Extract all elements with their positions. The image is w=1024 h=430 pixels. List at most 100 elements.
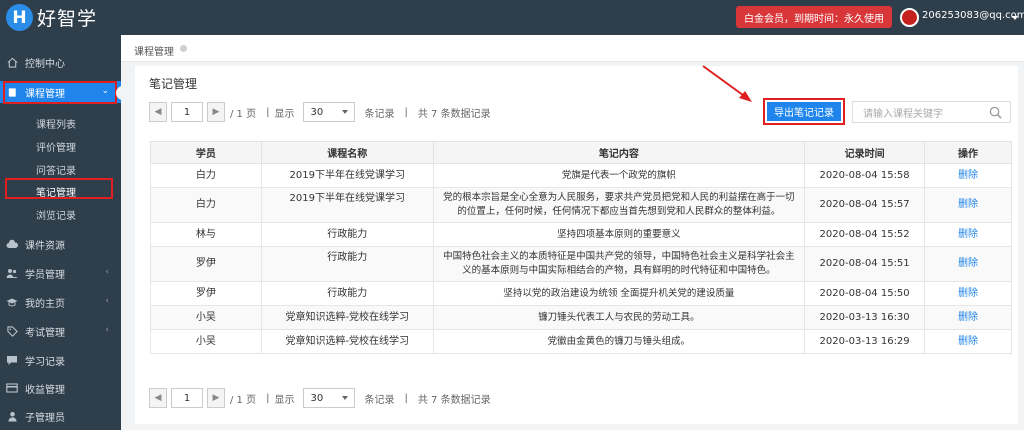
sidebar-subitem-qa[interactable]: 问答记录 (36, 162, 76, 177)
sidebar-item-label: 控制中心 (25, 58, 65, 70)
chevron-left-icon: ‹ (105, 325, 109, 335)
time-cell: 2020-08-04 15:50 (804, 281, 926, 306)
delete-link[interactable]: 删除 (958, 288, 978, 299)
page-size-value: 30 (310, 392, 324, 404)
separator: | (404, 392, 408, 404)
vip-badge[interactable]: 白金会员，到期时间：永久使用 (736, 6, 892, 28)
prev-page-button[interactable]: ◀ (149, 102, 167, 122)
sidebar-subitem-history[interactable]: 浏览记录 (36, 207, 76, 222)
chevron-down-icon (342, 396, 349, 400)
breadcrumb-item[interactable]: 课程管理 (134, 43, 174, 58)
table-row: 罗伊 行政能力 坚持以党的政治建设为统领 全面提升机关党的建设质量 2020-0… (150, 281, 1012, 306)
time-cell: 2020-08-04 15:57 (804, 187, 926, 223)
column-header: 课程名称 (260, 141, 434, 164)
delete-link[interactable]: 删除 (958, 258, 978, 269)
page-number-input[interactable]: 1 (171, 388, 203, 408)
delete-link[interactable]: 删除 (958, 229, 978, 240)
sidebar-item-label: 收益管理 (25, 384, 65, 396)
course-cell: 2019下半年在线党课学习 (260, 187, 434, 223)
home-icon (6, 56, 18, 68)
separator: | (266, 106, 270, 118)
cloud-icon (6, 238, 18, 250)
course-cell: 党章知识选粹-党校在线学习 (260, 305, 434, 330)
total-records-text: 共 7 条数据记录 (417, 394, 491, 406)
page-size-select[interactable]: 30 (303, 102, 356, 122)
sidebar-notch (116, 86, 125, 100)
next-page-button[interactable]: ▶ (207, 102, 225, 122)
sidebar-item-home-page[interactable]: 我的主页 ‹ (0, 291, 121, 313)
records-label: 条记录 (364, 394, 395, 406)
top-header: H 好智学 白金会员，到期时间：永久使用 206253083@qq.com (0, 0, 1024, 35)
page-number-input[interactable]: 1 (171, 102, 203, 122)
page-size-select[interactable]: 30 (303, 388, 356, 408)
search-input[interactable]: 请输入课程关键字 (852, 101, 1011, 123)
page-size-value: 30 (310, 106, 324, 118)
sidebar-item-label: 我的主页 (25, 298, 65, 310)
next-page-button[interactable]: ▶ (207, 388, 225, 408)
logo-badge: H (6, 4, 33, 31)
highlight-frame (5, 178, 113, 199)
delete-link[interactable]: 删除 (958, 336, 978, 347)
table-row: 小吴 党章知识选粹-党校在线学习 镰刀锤头代表工人与农民的劳动工具。 2020-… (150, 305, 1012, 330)
sidebar-item-label: 考试管理 (25, 327, 65, 339)
course-cell: 2019下半年在线党课学习 (260, 163, 434, 188)
total-pages-text: / 1 页 (230, 394, 257, 406)
column-header: 记录时间 (804, 141, 926, 164)
content-cell: 中国特色社会主义的本质特征是中国共产党的领导，中国特色社会主义是科学社会主义的基… (432, 246, 806, 282)
course-cell: 行政能力 (260, 281, 434, 306)
sidebar-item-resources[interactable]: 课件资源 (0, 233, 121, 255)
user-email[interactable]: 206253083@qq.com (922, 10, 1024, 21)
student-cell: 白力 (150, 163, 262, 188)
pagination-top: ◀ 1 ▶ / 1 页 | 显示 30 条记录 | 共 7 条数据记录 (149, 101, 496, 123)
separator: | (266, 392, 270, 404)
highlight-frame (3, 81, 117, 104)
page-title: 笔记管理 (149, 77, 198, 91)
export-notes-button[interactable]: 导出笔记记录 (767, 102, 841, 121)
sidebar-item-earnings[interactable]: 收益管理 (0, 377, 121, 399)
course-cell: 行政能力 (260, 222, 434, 247)
tag-icon (6, 325, 18, 337)
notes-panel: 笔记管理 ◀ 1 ▶ / 1 页 | 显示 30 条记录 | 共 7 条数据记录… (135, 66, 1018, 424)
chat-icon (6, 354, 18, 366)
time-cell: 2020-03-13 16:30 (804, 305, 926, 330)
table-row: 罗伊 行政能力 中国特色社会主义的本质特征是中国共产党的领导，中国特色社会主义是… (150, 246, 1012, 282)
sidebar-subitem-course-list[interactable]: 课程列表 (36, 116, 76, 131)
total-records-text: 共 7 条数据记录 (417, 108, 491, 120)
search-placeholder: 请输入课程关键字 (863, 108, 943, 120)
delete-link[interactable]: 删除 (958, 199, 978, 210)
sidebar-item-study-records[interactable]: 学习记录 (0, 349, 121, 371)
content-cell: 党旗是代表一个政党的旗帜 (432, 163, 806, 188)
content-cell: 坚持以党的政治建设为统领 全面提升机关党的建设质量 (432, 281, 806, 306)
sidebar-item-sub-admins[interactable]: 子管理员 (0, 405, 121, 427)
separator: | (404, 106, 408, 118)
chevron-down-icon[interactable] (1012, 16, 1018, 20)
logo-text: 好智学 (37, 8, 98, 30)
table-row: 白力 2019下半年在线党课学习 党旗是代表一个政党的旗帜 2020-08-04… (150, 163, 1012, 188)
table-row: 白力 2019下半年在线党课学习 党的根本宗旨是全心全意为人民服务，要求共产党员… (150, 187, 1012, 223)
delete-link[interactable]: 删除 (958, 170, 978, 181)
table-header-row: 学员 课程名称 笔记内容 记录时间 操作 (150, 141, 1012, 164)
time-cell: 2020-08-04 15:52 (804, 222, 926, 247)
sidebar: 控制中心 课程管理 ⌄ 课程列表 评价管理 问答记录 笔记管理 浏览记录 课件资… (0, 35, 125, 430)
content-cell: 坚持四项基本原则的重要意义 (432, 222, 806, 247)
prev-page-button[interactable]: ◀ (149, 388, 167, 408)
delete-link[interactable]: 删除 (958, 312, 978, 323)
sidebar-item-dashboard[interactable]: 控制中心 (0, 51, 121, 73)
logo[interactable]: H 好智学 (6, 4, 97, 31)
column-header: 学员 (150, 141, 262, 164)
avatar[interactable] (900, 8, 919, 27)
student-cell: 罗伊 (150, 281, 262, 306)
sidebar-subitem-reviews[interactable]: 评价管理 (36, 139, 76, 154)
search-icon[interactable] (989, 106, 1002, 119)
content-cell: 党的根本宗旨是全心全意为人民服务，要求共产党员把党和人民的利益摆在高于一切的位置… (432, 187, 806, 223)
user-icon (6, 410, 18, 422)
users-icon (6, 267, 18, 279)
chevron-down-icon (342, 110, 349, 114)
sidebar-item-label: 学员管理 (25, 269, 65, 281)
student-cell: 小吴 (150, 305, 262, 330)
pagination-bottom: ◀ 1 ▶ / 1 页 | 显示 30 条记录 | 共 7 条数据记录 (149, 387, 496, 409)
sidebar-item-exams[interactable]: 考试管理 ‹ (0, 320, 121, 342)
graduation-cap-icon (6, 296, 18, 308)
sidebar-item-label: 学习记录 (25, 356, 65, 368)
sidebar-item-students[interactable]: 学员管理 ‹ (0, 262, 121, 284)
